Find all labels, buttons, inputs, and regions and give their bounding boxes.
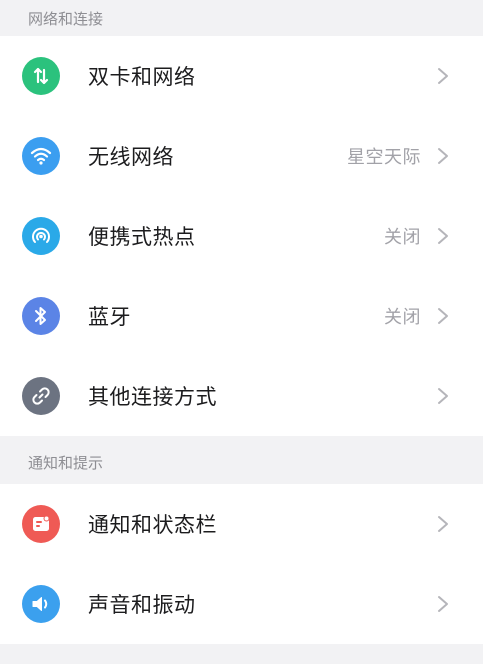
settings-item-hotspot[interactable]: 便携式热点 关闭: [0, 196, 483, 276]
hotspot-icon: [22, 217, 60, 255]
chevron-right-icon: [433, 386, 453, 406]
settings-item-notification-bar[interactable]: 通知和状态栏: [0, 484, 483, 564]
chevron-right-icon: [433, 226, 453, 246]
network-group: 双卡和网络 无线网络 星空天际 便携式热点 关闭 蓝牙 关闭 其他连接方式: [0, 36, 483, 436]
section-header-notifications: 通知和提示: [28, 453, 104, 472]
chevron-right-icon: [433, 146, 453, 166]
settings-item-label: 通知和状态栏: [88, 513, 217, 537]
settings-item-value: 星空天际: [347, 147, 421, 168]
notifications-group: 通知和状态栏 声音和振动: [0, 484, 483, 644]
settings-page: 网络和连接 双卡和网络 无线网络 星空天际 便携式热点 关闭 蓝牙 关闭 其他连…: [0, 0, 483, 664]
dual-sim-icon: [22, 57, 60, 95]
settings-item-dual-sim[interactable]: 双卡和网络: [0, 36, 483, 116]
chevron-right-icon: [433, 306, 453, 326]
bluetooth-icon: [22, 297, 60, 335]
settings-item-value: 关闭: [384, 227, 421, 248]
chevron-right-icon: [433, 66, 453, 86]
settings-item-wifi[interactable]: 无线网络 星空天际: [0, 116, 483, 196]
settings-item-label: 双卡和网络: [88, 65, 196, 89]
link-icon: [22, 377, 60, 415]
wifi-icon: [22, 137, 60, 175]
settings-item-label: 声音和振动: [88, 593, 196, 617]
section-header-network: 网络和连接: [28, 9, 104, 28]
settings-item-label: 无线网络: [88, 145, 174, 169]
settings-item-label: 蓝牙: [88, 305, 131, 329]
notification-icon: [22, 505, 60, 543]
settings-item-label: 其他连接方式: [88, 385, 217, 409]
settings-item-bluetooth[interactable]: 蓝牙 关闭: [0, 276, 483, 356]
settings-item-other-connections[interactable]: 其他连接方式: [0, 356, 483, 436]
settings-item-value: 关闭: [384, 307, 421, 328]
settings-item-label: 便携式热点: [88, 225, 196, 249]
sound-icon: [22, 585, 60, 623]
chevron-right-icon: [433, 594, 453, 614]
chevron-right-icon: [433, 514, 453, 534]
settings-item-sound-vibration[interactable]: 声音和振动: [0, 564, 483, 644]
